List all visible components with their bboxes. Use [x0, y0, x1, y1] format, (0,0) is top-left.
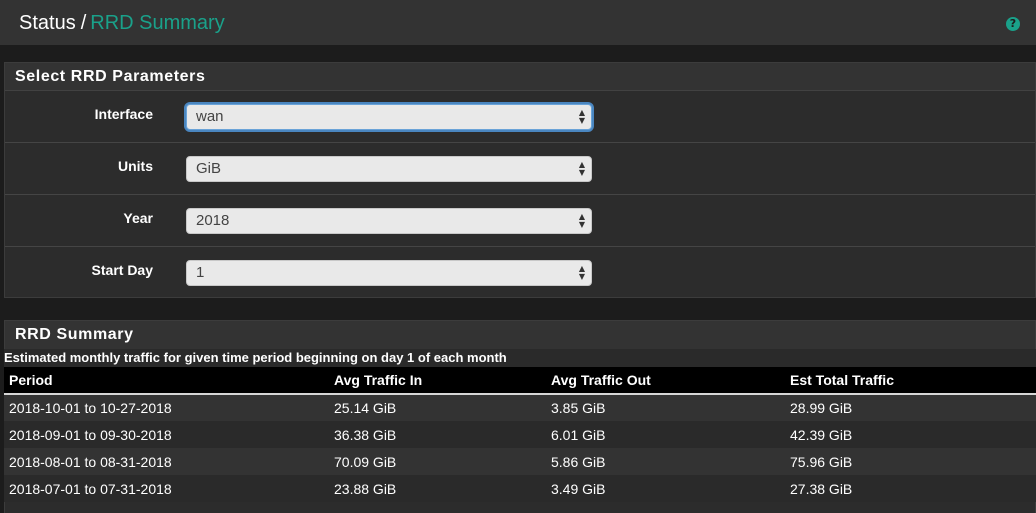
- cell-period: 2018-10-01 to 10-27-2018: [9, 400, 172, 416]
- cell-period: 2018-08-01 to 08-31-2018: [9, 453, 172, 470]
- form-row-interface: Interface wan ▲ ▼: [5, 91, 1035, 143]
- cell-avg-out: 3.49 GiB: [551, 480, 606, 497]
- interface-select[interactable]: wan ▲ ▼: [186, 104, 592, 130]
- select-rrd-parameters-panel: Select RRD Parameters Interface wan ▲ ▼ U…: [4, 62, 1036, 298]
- cell-est-total: 27.38 GiB: [790, 480, 853, 497]
- interface-select-value: wan: [196, 108, 224, 125]
- cell-avg-out: 3.85 GiB: [551, 400, 606, 416]
- traffic-summary-table: Period Avg Traffic In Avg Traffic Out Es…: [4, 367, 1036, 502]
- cell-avg-in: 70.09 GiB: [334, 453, 397, 470]
- table-row: 2018-09-01 to 09-30-2018 36.38 GiB 6.01 …: [4, 421, 1036, 448]
- form-row-year: Year 2018 ▲ ▼: [5, 195, 1035, 247]
- units-select-value: GiB: [196, 160, 222, 177]
- select-arrows-icon: ▲ ▼: [578, 160, 585, 177]
- summary-subtitle: Estimated monthly traffic for given time…: [4, 349, 1036, 367]
- units-select[interactable]: GiB ▲ ▼: [186, 156, 592, 182]
- cell-period: 2018-07-01 to 07-31-2018: [9, 480, 172, 497]
- units-label: Units: [118, 158, 153, 174]
- cell-avg-out: 5.86 GiB: [551, 453, 606, 470]
- breadcrumb-status-link[interactable]: Status: [19, 12, 76, 34]
- interface-label: Interface: [94, 106, 153, 122]
- table-row: 2018-10-01 to 10-27-2018 25.14 GiB 3.85 …: [4, 394, 1036, 421]
- cell-est-total: 75.96 GiB: [790, 453, 853, 470]
- start-day-label: Start Day: [91, 262, 153, 278]
- cell-est-total: 28.99 GiB: [790, 400, 853, 416]
- question-circle-icon[interactable]: ?: [1006, 17, 1020, 31]
- breadcrumb-current-page[interactable]: RRD Summary: [90, 12, 224, 34]
- year-select-value: 2018: [196, 212, 230, 229]
- table-header-row: Period Avg Traffic In Avg Traffic Out Es…: [4, 367, 1036, 395]
- breadcrumb: Status / RRD Summary: [19, 11, 225, 35]
- breadcrumb-separator: /: [80, 12, 87, 34]
- cell-avg-in: 25.14 GiB: [334, 400, 397, 416]
- table-row: 2018-07-01 to 07-31-2018 23.88 GiB 3.49 …: [4, 475, 1036, 502]
- start-day-select-value: 1: [196, 264, 205, 281]
- year-label: Year: [123, 210, 153, 226]
- select-arrows-icon: ▲ ▼: [578, 108, 585, 125]
- select-arrows-icon: ▲ ▼: [578, 212, 585, 229]
- top-header-bar: Status / RRD Summary ?: [0, 0, 1036, 45]
- select-arrows-icon: ▲ ▼: [578, 264, 585, 281]
- column-header-avg-in: Avg Traffic In: [329, 367, 546, 395]
- form-row-start-day: Start Day 1 ▲ ▼: [5, 247, 1035, 299]
- cell-period: 2018-09-01 to 09-30-2018: [9, 426, 172, 443]
- cell-avg-out: 6.01 GiB: [551, 426, 606, 443]
- cell-est-total: 42.39 GiB: [790, 426, 853, 443]
- panel-title: RRD Summary: [5, 321, 1035, 349]
- traffic-table-container: Period Avg Traffic In Avg Traffic Out Es…: [4, 367, 1036, 513]
- column-header-period: Period: [4, 367, 329, 395]
- panel-title: Select RRD Parameters: [5, 63, 1035, 91]
- form-row-units: Units GiB ▲ ▼: [5, 143, 1035, 195]
- column-header-est-total: Est Total Traffic: [785, 367, 1036, 395]
- cell-avg-in: 36.38 GiB: [334, 426, 397, 443]
- cell-avg-in: 23.88 GiB: [334, 480, 397, 497]
- start-day-select[interactable]: 1 ▲ ▼: [186, 260, 592, 286]
- table-row: 2018-08-01 to 08-31-2018 70.09 GiB 5.86 …: [4, 448, 1036, 475]
- column-header-avg-out: Avg Traffic Out: [546, 367, 785, 395]
- year-select[interactable]: 2018 ▲ ▼: [186, 208, 592, 234]
